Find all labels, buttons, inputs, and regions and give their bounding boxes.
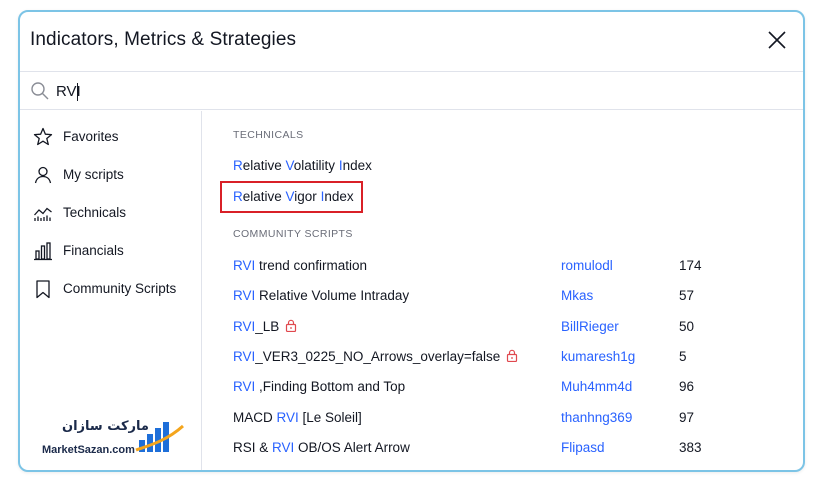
marketsazan-logo: مارکت سازان MarketSazan.com: [40, 416, 185, 462]
search-input[interactable]: [56, 78, 756, 104]
match-text: RVI: [233, 258, 256, 273]
community-script-row[interactable]: RVI trend confirmation: [233, 258, 367, 273]
result-text: ndex: [342, 158, 372, 173]
script-likes-count: 5: [679, 349, 687, 364]
result-text: RSI &: [233, 440, 273, 455]
search-bar: [20, 72, 803, 110]
result-text: elative: [242, 189, 286, 204]
result-text: elative: [242, 158, 286, 173]
script-likes-count: 174: [679, 258, 702, 273]
sidebar-item-label: Technicals: [63, 205, 127, 220]
script-author-link[interactable]: Muh4mm4d: [561, 379, 632, 394]
sidebar-item-my-scripts[interactable]: My scripts: [20, 160, 201, 190]
result-text: [Le Soleil]: [298, 410, 362, 425]
result-text: igor: [294, 189, 321, 204]
dialog-title: Indicators, Metrics & Strategies: [30, 29, 297, 50]
community-script-row[interactable]: RVI Relative Volume Intraday: [233, 288, 409, 303]
script-likes-count: 50: [679, 319, 695, 334]
script-likes-count: 96: [679, 379, 695, 394]
match-text: RVI: [233, 349, 256, 364]
sidebar-item-favorites[interactable]: Favorites: [20, 122, 201, 152]
community-script-row[interactable]: RVI ,Finding Bottom and Top: [233, 379, 405, 394]
result-text: MACD: [233, 410, 277, 425]
script-author-link[interactable]: BillRieger: [561, 319, 619, 334]
match-text: V: [285, 158, 294, 173]
community-script-row[interactable]: MACD RVI [Le Soleil]: [233, 410, 362, 425]
script-likes-count: 383: [679, 440, 702, 455]
match-text: RVI: [272, 440, 295, 455]
sidebar-item-label: Financials: [63, 243, 124, 258]
match-text: RVI: [233, 379, 256, 394]
section-header-technicals: TECHNICALS: [233, 129, 304, 141]
result-relative-vigor-index[interactable]: Relative Vigor Index: [233, 189, 354, 204]
results-panel: TECHNICALS Relative Volatility Index Rel…: [203, 111, 803, 470]
sidebar-item-financials[interactable]: Financials: [20, 236, 201, 266]
logo-bars-icon: [135, 422, 184, 452]
search-icon: [31, 82, 49, 100]
close-icon[interactable]: [765, 28, 789, 52]
script-author-link[interactable]: romulodl: [561, 258, 613, 273]
sidebar-item-label: Favorites: [63, 129, 119, 144]
script-author-link[interactable]: kumaresh1g: [561, 349, 635, 364]
dialog-header: Indicators, Metrics & Strategies: [20, 12, 803, 72]
bookmark-icon: [36, 280, 50, 299]
match-text: RVI: [276, 410, 299, 425]
result-text: _LB: [255, 319, 280, 334]
result-text: Relative Volume Intraday: [255, 288, 410, 303]
sidebar: Favorites My scripts Technicals Financia…: [20, 111, 202, 470]
chart-icon: [34, 207, 52, 221]
section-header-community: COMMUNITY SCRIPTS: [233, 228, 353, 240]
lock-icon: [286, 319, 297, 332]
dialog-body: Favorites My scripts Technicals Financia…: [20, 111, 803, 470]
sidebar-item-label: Community Scripts: [63, 281, 177, 296]
result-text: olatility: [293, 158, 339, 173]
script-likes-count: 57: [679, 288, 695, 303]
community-script-row[interactable]: RVI_LB: [233, 319, 297, 334]
match-text: RVI: [233, 288, 256, 303]
sidebar-item-technicals[interactable]: Technicals: [20, 198, 201, 228]
star-icon: [33, 127, 53, 146]
user-icon: [34, 166, 52, 184]
script-author-link[interactable]: thanhng369: [561, 410, 632, 425]
script-author-link[interactable]: Flipasd: [561, 440, 605, 455]
match-text: R: [233, 158, 243, 173]
sidebar-item-community-scripts[interactable]: Community Scripts: [20, 274, 201, 304]
sidebar-item-label: My scripts: [63, 167, 124, 182]
match-text: RVI: [233, 319, 256, 334]
indicators-dialog: Indicators, Metrics & Strategies Favorit…: [18, 10, 805, 472]
result-text: trend confirmation: [255, 258, 368, 273]
result-relative-volatility-index[interactable]: Relative Volatility Index: [233, 158, 372, 173]
result-text: ndex: [324, 189, 354, 204]
community-script-row[interactable]: RSI & RVI OB/OS Alert Arrow: [233, 440, 410, 455]
script-author-link[interactable]: Mkas: [561, 288, 593, 303]
bar-chart-icon: [34, 242, 52, 261]
community-script-row[interactable]: RVI_VER3_0225_NO_Arrows_overlay=false: [233, 349, 518, 364]
logo-english-text: MarketSazan.com: [42, 444, 135, 456]
text-caret: [77, 83, 78, 101]
lock-icon: [507, 349, 518, 362]
script-likes-count: 97: [679, 410, 695, 425]
match-text: V: [285, 189, 295, 204]
result-text: _VER3_0225_NO_Arrows_overlay=false: [255, 349, 501, 364]
result-text: OB/OS Alert Arrow: [294, 440, 410, 455]
match-text: R: [233, 189, 243, 204]
result-text: ,Finding Bottom and Top: [255, 379, 406, 394]
